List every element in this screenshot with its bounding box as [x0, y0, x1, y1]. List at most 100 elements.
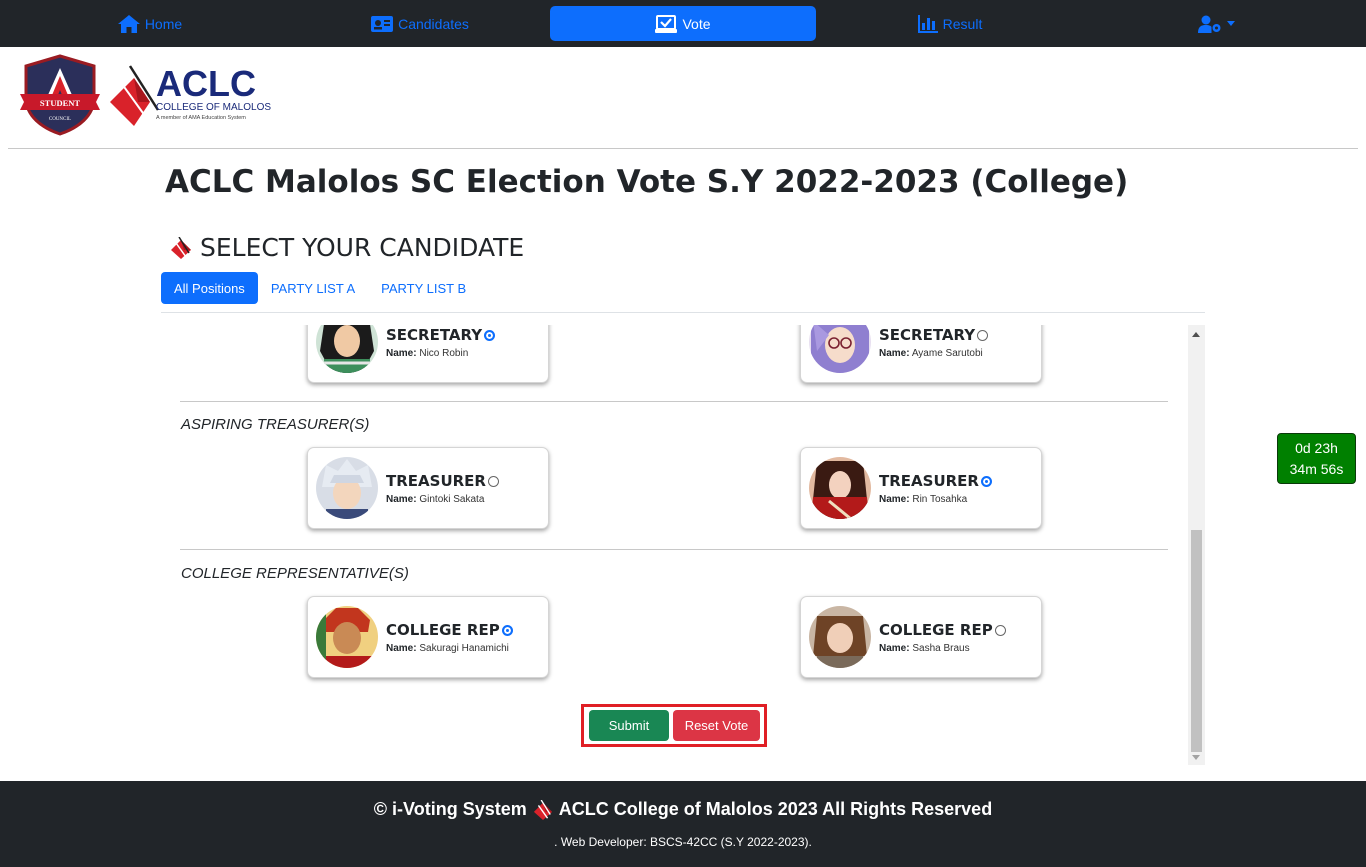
footer-left-text: © i-Voting System [373, 799, 527, 819]
user-gear-icon [1197, 15, 1220, 33]
candidate-position: SECRETARY [386, 326, 496, 344]
aclc-diamond-icon [533, 799, 552, 820]
candidate-name-value: Sasha Braus [912, 643, 970, 654]
caret-down-icon [1226, 21, 1235, 26]
logo-school-sub: COLLEGE OF MALOLOS [156, 102, 271, 113]
footer-right-text: ACLC College of Malolos 2023 All Rights … [558, 799, 993, 819]
nav-user-menu[interactable] [1190, 6, 1242, 41]
aclc-diamond-icon [171, 236, 191, 259]
timer-minutes-seconds: 34m 56s [1289, 460, 1344, 477]
candidate-position-label: SECRETARY [879, 326, 976, 344]
id-card-icon [371, 15, 394, 32]
candidate-position-label: TREASURER [386, 472, 486, 490]
top-navbar: Home Candidates Vote Result [0, 0, 1366, 47]
tabs-divider [161, 312, 1205, 313]
footer: © i-Voting System ACLC College of Malolo… [0, 781, 1366, 867]
select-candidate-title: SELECT YOUR CANDIDATE [200, 233, 525, 262]
section-label-treasurer: ASPIRING TREASURER(S) [181, 416, 370, 433]
candidate-radio[interactable] [484, 329, 496, 341]
timer-days-hours: 0d 23h [1295, 439, 1338, 456]
name-label: Name: [386, 348, 417, 359]
countdown-timer: 0d 23h 34m 56s [1277, 433, 1356, 484]
scroll-up-arrow[interactable] [1192, 332, 1200, 337]
logo-badge-bottom: COUNCIL [49, 117, 71, 122]
candidate-radio[interactable] [994, 624, 1006, 636]
candidate-avatar [316, 325, 378, 373]
candidates-scroll-panel[interactable]: SECRETARY Name: Nico Robin SECRETARY Nam… [161, 325, 1205, 765]
name-label: Name: [879, 643, 910, 654]
nav-candidates[interactable]: Candidates [355, 6, 485, 41]
nav-vote[interactable]: Vote [550, 6, 816, 41]
header-logos: STUDENT COUNCIL ACLC COLLEGE OF MALOLOS … [20, 54, 280, 138]
tab-party-list-b[interactable]: PARTY LIST B [368, 272, 479, 304]
candidate-position: COLLEGE REP [386, 621, 513, 639]
candidate-name: Name: Rin Tosahka [879, 494, 967, 505]
candidate-position-label: TREASURER [879, 472, 979, 490]
candidate-avatar [809, 457, 871, 519]
bar-chart-icon [917, 14, 938, 33]
nav-result[interactable]: Result [905, 6, 995, 41]
candidate-name-value: Rin Tosahka [912, 494, 968, 505]
section-label-college-rep: COLLEGE REPRESENTATIVE(S) [181, 565, 409, 582]
candidate-name: Name: Sakuragi Hanamichi [386, 643, 509, 654]
footer-copyright: © i-Voting System ACLC College of Malolo… [0, 799, 1366, 820]
logo-badge-top: STUDENT [40, 98, 80, 108]
nav-home[interactable]: Home [95, 6, 205, 41]
candidate-name: Name: Nico Robin [386, 348, 468, 359]
panel-scrollbar[interactable] [1188, 325, 1205, 765]
candidate-card[interactable]: TREASURER Name: Rin Tosahka [800, 447, 1042, 529]
home-icon [117, 14, 140, 33]
candidate-name: Name: Ayame Sarutobi [879, 348, 983, 359]
party-tabs: All Positions PARTY LIST A PARTY LIST B [161, 272, 479, 304]
logo-school-name: ACLC [156, 64, 256, 104]
reset-vote-button[interactable]: Reset Vote [673, 710, 760, 741]
student-council-logo: STUDENT COUNCIL [20, 54, 100, 136]
candidate-card[interactable]: SECRETARY Name: Nico Robin [307, 325, 549, 383]
name-label: Name: [879, 494, 910, 505]
candidate-avatar [809, 325, 871, 373]
tab-party-list-a[interactable]: PARTY LIST A [258, 272, 368, 304]
scroll-down-arrow[interactable] [1192, 755, 1200, 760]
ballot-check-icon [655, 14, 678, 33]
nav-candidates-label: Candidates [398, 15, 469, 32]
candidate-name-value: Ayame Sarutobi [911, 348, 983, 359]
scroll-thumb[interactable] [1191, 530, 1202, 752]
candidate-position: COLLEGE REP [879, 621, 1006, 639]
candidate-radio[interactable] [501, 624, 513, 636]
candidate-position-label: COLLEGE REP [879, 621, 993, 639]
candidate-radio[interactable] [487, 475, 499, 487]
section-divider [180, 401, 1168, 402]
candidate-name-value: Nico Robin [419, 348, 469, 359]
candidate-card[interactable]: COLLEGE REP Name: Sasha Braus [800, 596, 1042, 678]
name-label: Name: [386, 494, 417, 505]
candidate-avatar [316, 606, 378, 668]
candidate-position: TREASURER [879, 472, 992, 490]
candidate-card[interactable]: SECRETARY Name: Ayame Sarutobi [800, 325, 1042, 383]
submit-button[interactable]: Submit [589, 710, 669, 741]
candidate-name: Name: Gintoki Sakata [386, 494, 484, 505]
candidate-card[interactable]: TREASURER Name: Gintoki Sakata [307, 447, 549, 529]
section-divider [180, 549, 1168, 550]
nav-home-label: Home [144, 15, 183, 32]
name-label: Name: [386, 643, 417, 654]
aclc-logo: ACLC COLLEGE OF MALOLOS A member of AMA … [110, 64, 271, 126]
tab-all-positions[interactable]: All Positions [161, 272, 258, 304]
candidate-radio[interactable] [977, 329, 989, 341]
name-label: Name: [879, 348, 910, 359]
select-candidate-heading: SELECT YOUR CANDIDATE [170, 233, 524, 262]
candidate-card[interactable]: COLLEGE REP Name: Sakuragi Hanamichi [307, 596, 549, 678]
candidate-name-value: Gintoki Sakata [419, 494, 485, 505]
page-title: ACLC Malolos SC Election Vote S.Y 2022-2… [165, 164, 1129, 200]
nav-vote-label: Vote [682, 15, 711, 32]
candidate-position: SECRETARY [879, 326, 989, 344]
candidate-avatar [316, 457, 378, 519]
logo-school-tag: A member of AMA Education System [156, 115, 246, 121]
candidate-name-value: Sakuragi Hanamichi [419, 643, 509, 654]
candidate-position-label: SECRETARY [386, 326, 483, 344]
candidate-position: TREASURER [386, 472, 499, 490]
header-divider [8, 148, 1358, 149]
candidate-position-label: COLLEGE REP [386, 621, 500, 639]
nav-result-label: Result [942, 15, 983, 32]
candidate-avatar [809, 606, 871, 668]
candidate-radio[interactable] [980, 475, 992, 487]
